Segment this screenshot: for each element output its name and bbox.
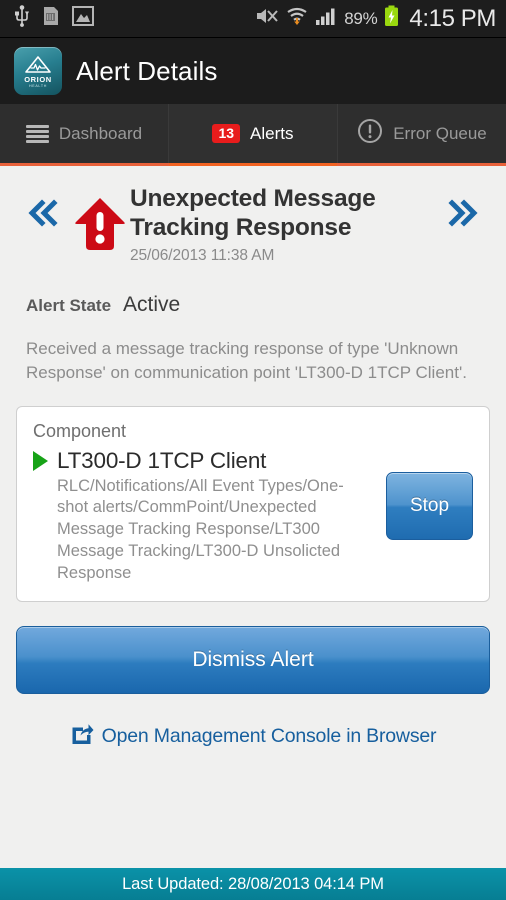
alert-title-block: Unexpected Message Tracking Response 25/… <box>130 182 436 265</box>
mute-icon <box>255 6 279 31</box>
battery-charging-icon <box>384 5 399 32</box>
next-alert-button[interactable] <box>436 182 490 233</box>
external-link-icon <box>70 722 94 751</box>
tab-dashboard-label: Dashboard <box>58 123 143 143</box>
alert-state-row: Alert State Active <box>16 293 490 317</box>
play-running-icon <box>33 450 48 471</box>
alert-state-label: Alert State <box>26 296 112 316</box>
usb-icon <box>14 5 30 32</box>
tab-error-queue[interactable]: Error Queue <box>338 104 506 163</box>
orion-health-logo: ORION HEALTH <box>14 47 62 95</box>
last-updated-bar: Last Updated: 28/08/2013 04:14 PM <box>0 868 506 900</box>
tab-error-queue-label: Error Queue <box>393 123 487 143</box>
signal-icon <box>315 6 337 31</box>
alert-details-content: Unexpected Message Tracking Response 25/… <box>0 166 506 868</box>
app-header: ORION HEALTH Alert Details <box>0 38 506 104</box>
alerts-count-badge: 13 <box>212 124 241 143</box>
stop-button[interactable]: Stop <box>386 471 473 540</box>
chevron-double-right-icon <box>446 198 480 233</box>
alert-exclamation-icon <box>74 196 126 259</box>
page-title: Alert Details <box>76 55 218 86</box>
alert-description: Received a message tracking response of … <box>26 339 467 383</box>
phone-screen: 89% 4:15 PM ORION HEALTH Alert Details D… <box>0 0 506 900</box>
wifi-download-icon <box>286 6 308 31</box>
alert-timestamp: 25/06/2013 11:38 AM <box>130 247 275 265</box>
logo-subtext: HEALTH <box>28 84 48 89</box>
open-management-console-label: Open Management Console in Browser <box>101 725 437 748</box>
gallery-icon <box>72 6 94 31</box>
chevron-double-left-icon <box>26 198 60 233</box>
tab-alerts-label: Alerts <box>250 123 294 143</box>
component-name-row: LT300-D 1TCP Client <box>33 448 374 474</box>
component-card-body: LT300-D 1TCP Client RLC/Notifications/Al… <box>33 448 473 586</box>
dashboard-icon <box>25 124 49 143</box>
dismiss-alert-button[interactable]: Dismiss Alert <box>16 626 490 695</box>
alert-title: Unexpected Message Tracking Response <box>130 185 376 242</box>
tab-bar: Dashboard 13 Alerts Error Queue <box>0 104 506 166</box>
status-bar-right-icons: 89% 4:15 PM <box>255 5 496 33</box>
sd-card-icon <box>41 5 61 32</box>
logo-wordmark: ORION <box>24 75 52 85</box>
tab-dashboard[interactable]: Dashboard <box>0 104 169 163</box>
error-circle-icon <box>357 118 383 149</box>
component-card: Component LT300-D 1TCP Client RLC/Notifi… <box>16 405 490 603</box>
alert-severity <box>70 182 130 259</box>
component-name: LT300-D 1TCP Client <box>57 447 267 473</box>
open-management-console-link[interactable]: Open Management Console in Browser <box>16 722 490 751</box>
component-path: RLC/Notifications/All Event Types/One-sh… <box>57 476 344 583</box>
component-info: LT300-D 1TCP Client RLC/Notifications/Al… <box>33 448 386 586</box>
component-card-label: Component <box>33 420 127 441</box>
alert-header: Unexpected Message Tracking Response 25/… <box>16 166 490 265</box>
previous-alert-button[interactable] <box>16 182 70 233</box>
battery-percent: 89% <box>344 8 378 28</box>
status-bar-clock: 4:15 PM <box>409 4 496 32</box>
status-bar-left-icons <box>14 5 94 32</box>
alert-state-value: Active <box>123 293 181 317</box>
status-bar: 89% 4:15 PM <box>0 0 506 38</box>
tab-alerts[interactable]: 13 Alerts <box>169 104 338 166</box>
